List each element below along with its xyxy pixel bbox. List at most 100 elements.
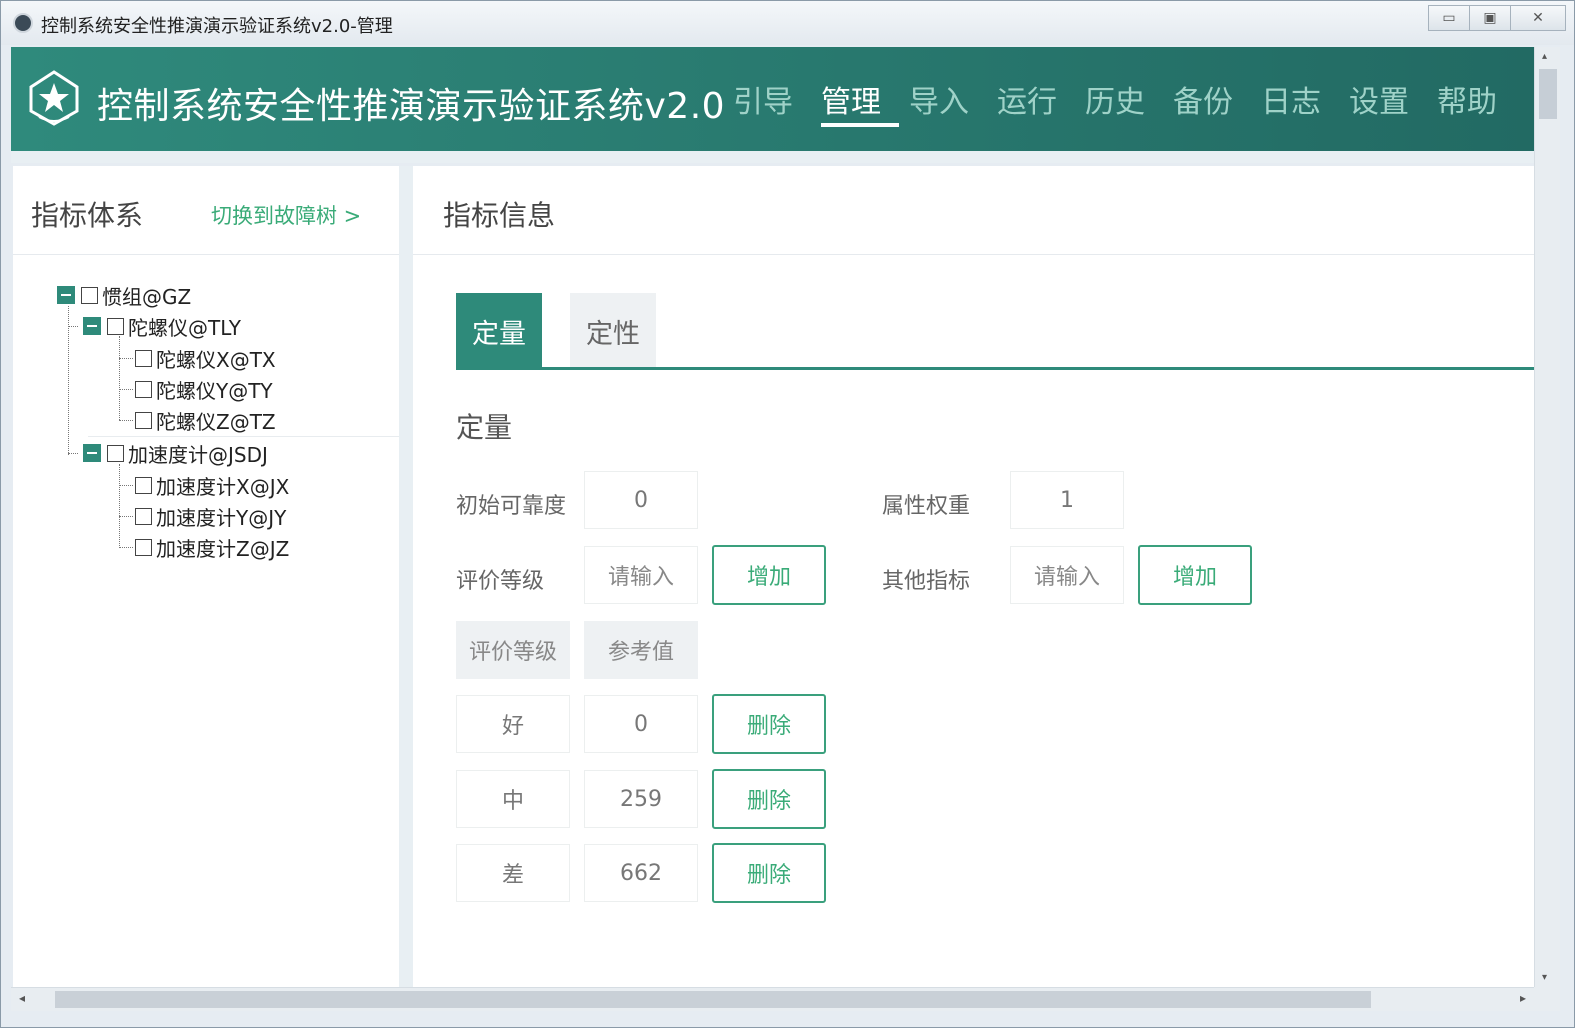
tree-node[interactable]: 惯组@GZ	[57, 283, 192, 309]
vertical-scrollbar[interactable]: ▴ ▾	[1534, 47, 1560, 987]
tree-node-label: 加速度计Y@JY	[156, 505, 287, 530]
app-header: 控制系统安全性推演演示验证系统v2.0 引导 管理 导入 运行 历史 备份 日志…	[11, 47, 1534, 151]
delete-row-button[interactable]: 删除	[712, 769, 826, 829]
scroll-down-icon[interactable]: ▾	[1542, 972, 1547, 983]
shield-star-logo-icon	[29, 70, 79, 126]
add-other-index-button[interactable]: 增加	[1138, 545, 1252, 605]
tree-node[interactable]: 陀螺仪X@TX	[135, 346, 276, 372]
other-index-input[interactable]: 请输入	[1010, 546, 1124, 604]
tree-connector	[119, 358, 133, 359]
tree-connector	[68, 306, 69, 455]
nav-run[interactable]: 运行	[997, 77, 1085, 127]
table-row-level[interactable]: 差	[456, 844, 570, 902]
tree-checkbox[interactable]	[135, 507, 152, 525]
tree-connector	[119, 547, 133, 548]
nav-import[interactable]: 导入	[909, 77, 997, 127]
eval-level-input[interactable]: 请输入	[584, 546, 698, 604]
window-title: 控制系统安全性推演演示验证系统v2.0-管理	[41, 16, 393, 37]
table-row-value[interactable]: 662	[584, 844, 698, 902]
scroll-up-icon[interactable]: ▴	[1542, 51, 1547, 62]
tree-node-label: 陀螺仪Z@TZ	[156, 409, 276, 434]
tree-node-label: 陀螺仪X@TX	[156, 347, 276, 372]
tree-node-label: 加速度计X@JX	[156, 474, 290, 499]
nav-manage[interactable]: 管理	[821, 77, 909, 127]
table-row-value[interactable]: 0	[584, 695, 698, 753]
horizontal-scroll-thumb[interactable]	[55, 991, 1371, 1008]
scroll-left-icon[interactable]: ◂	[19, 991, 25, 1005]
divider	[13, 254, 399, 255]
tree-connector	[119, 336, 120, 420]
tree-node[interactable]: 加速度计Y@JY	[135, 504, 287, 530]
delete-row-button[interactable]: 删除	[712, 843, 826, 903]
index-system-panel: 指标体系 切换到故障树 > 惯组@GZ 陀螺仪@TLY 陀螺仪X@TX 陀螺仪Y…	[13, 166, 399, 987]
window-titlebar: 控制系统安全性推演演示验证系统v2.0-管理 ▭ ▣ ✕	[1, 1, 1574, 45]
table-row-value[interactable]: 259	[584, 770, 698, 828]
tree-checkbox[interactable]	[135, 538, 152, 556]
window-controls: ▭ ▣ ✕	[1428, 5, 1566, 31]
tree-checkbox[interactable]	[81, 286, 98, 304]
horizontal-scrollbar[interactable]: ◂ ▸	[11, 987, 1534, 1011]
tab-quantitative[interactable]: 定量	[456, 293, 542, 369]
tree-checkbox[interactable]	[135, 411, 152, 429]
main-nav: 引导 管理 导入 运行 历史 备份 日志 设置 帮助	[733, 77, 1525, 127]
minimize-button[interactable]: ▭	[1428, 5, 1470, 31]
tree-node-label: 陀螺仪@TLY	[128, 315, 241, 340]
scroll-right-icon[interactable]: ▸	[1520, 991, 1526, 1005]
tree-node[interactable]: 加速度计Z@JZ	[135, 535, 289, 561]
nav-settings[interactable]: 设置	[1349, 77, 1437, 127]
header-divider	[11, 151, 1534, 163]
vertical-scroll-thumb[interactable]	[1539, 69, 1557, 119]
collapse-icon[interactable]	[83, 444, 101, 462]
maximize-button[interactable]: ▣	[1469, 5, 1511, 31]
tree-node-label: 加速度计@JSDJ	[128, 442, 268, 467]
nav-help[interactable]: 帮助	[1437, 77, 1525, 127]
nav-guide[interactable]: 引导	[733, 77, 821, 127]
nav-log[interactable]: 日志	[1261, 77, 1349, 127]
add-eval-level-button[interactable]: 增加	[712, 545, 826, 605]
collapse-icon[interactable]	[83, 317, 101, 335]
panel-splitter[interactable]	[399, 166, 413, 987]
tree-node-label: 惯组@GZ	[102, 284, 192, 309]
app-icon	[13, 13, 33, 33]
switch-to-fault-tree-link[interactable]: 切换到故障树 >	[211, 200, 361, 230]
tree-checkbox[interactable]	[135, 380, 152, 398]
nav-history[interactable]: 历史	[1085, 77, 1173, 127]
initial-reliability-input[interactable]: 0	[584, 471, 698, 529]
tab-qualitative[interactable]: 定性	[570, 293, 656, 369]
eval-level-label: 评价等级	[456, 569, 545, 594]
tree-node[interactable]: 陀螺仪Z@TZ	[135, 408, 276, 434]
table-header-reference: 参考值	[584, 621, 698, 679]
tab-underline	[456, 367, 1534, 370]
table-row-level[interactable]: 好	[456, 695, 570, 753]
tree-connector	[119, 485, 133, 486]
collapse-icon[interactable]	[57, 286, 75, 304]
tree-node[interactable]: 加速度计@JSDJ	[83, 441, 268, 467]
app-title: 控制系统安全性推演演示验证系统v2.0	[97, 86, 726, 127]
tree-node[interactable]: 加速度计X@JX	[135, 473, 290, 499]
tree-checkbox[interactable]	[107, 317, 124, 335]
tree-checkbox[interactable]	[135, 476, 152, 494]
scroll-corner	[1534, 987, 1560, 1011]
other-index-label: 其他指标	[882, 569, 971, 594]
tree-node[interactable]: 陀螺仪Y@TY	[135, 377, 273, 403]
tree-node[interactable]: 陀螺仪@TLY	[83, 314, 241, 340]
nav-backup[interactable]: 备份	[1173, 77, 1261, 127]
index-info-title: 指标信息	[443, 199, 556, 232]
divider	[413, 254, 1534, 255]
index-info-panel: 指标信息 定量 定性 定量 初始可靠度 0 属性权重 1 评价等级 请输入 增加…	[413, 166, 1534, 987]
table-row-level[interactable]: 中	[456, 770, 570, 828]
delete-row-button[interactable]: 删除	[712, 694, 826, 754]
tree-connector	[119, 420, 133, 421]
tree-checkbox[interactable]	[135, 349, 152, 367]
tree-connector	[68, 326, 78, 327]
app-window: 控制系统安全性推演演示验证系统v2.0-管理 ▭ ▣ ✕ 控制系统安全性推演演示…	[0, 0, 1575, 1028]
tree-connector	[68, 453, 78, 454]
close-button[interactable]: ✕	[1510, 5, 1566, 31]
tree-connector	[119, 389, 133, 390]
attr-weight-label: 属性权重	[882, 494, 971, 519]
tree-node-label: 陀螺仪Y@TY	[156, 378, 273, 403]
tree-checkbox[interactable]	[107, 444, 124, 462]
tree-row-separator	[88, 436, 399, 437]
table-header-level: 评价等级	[456, 621, 570, 679]
attr-weight-input[interactable]: 1	[1010, 471, 1124, 529]
